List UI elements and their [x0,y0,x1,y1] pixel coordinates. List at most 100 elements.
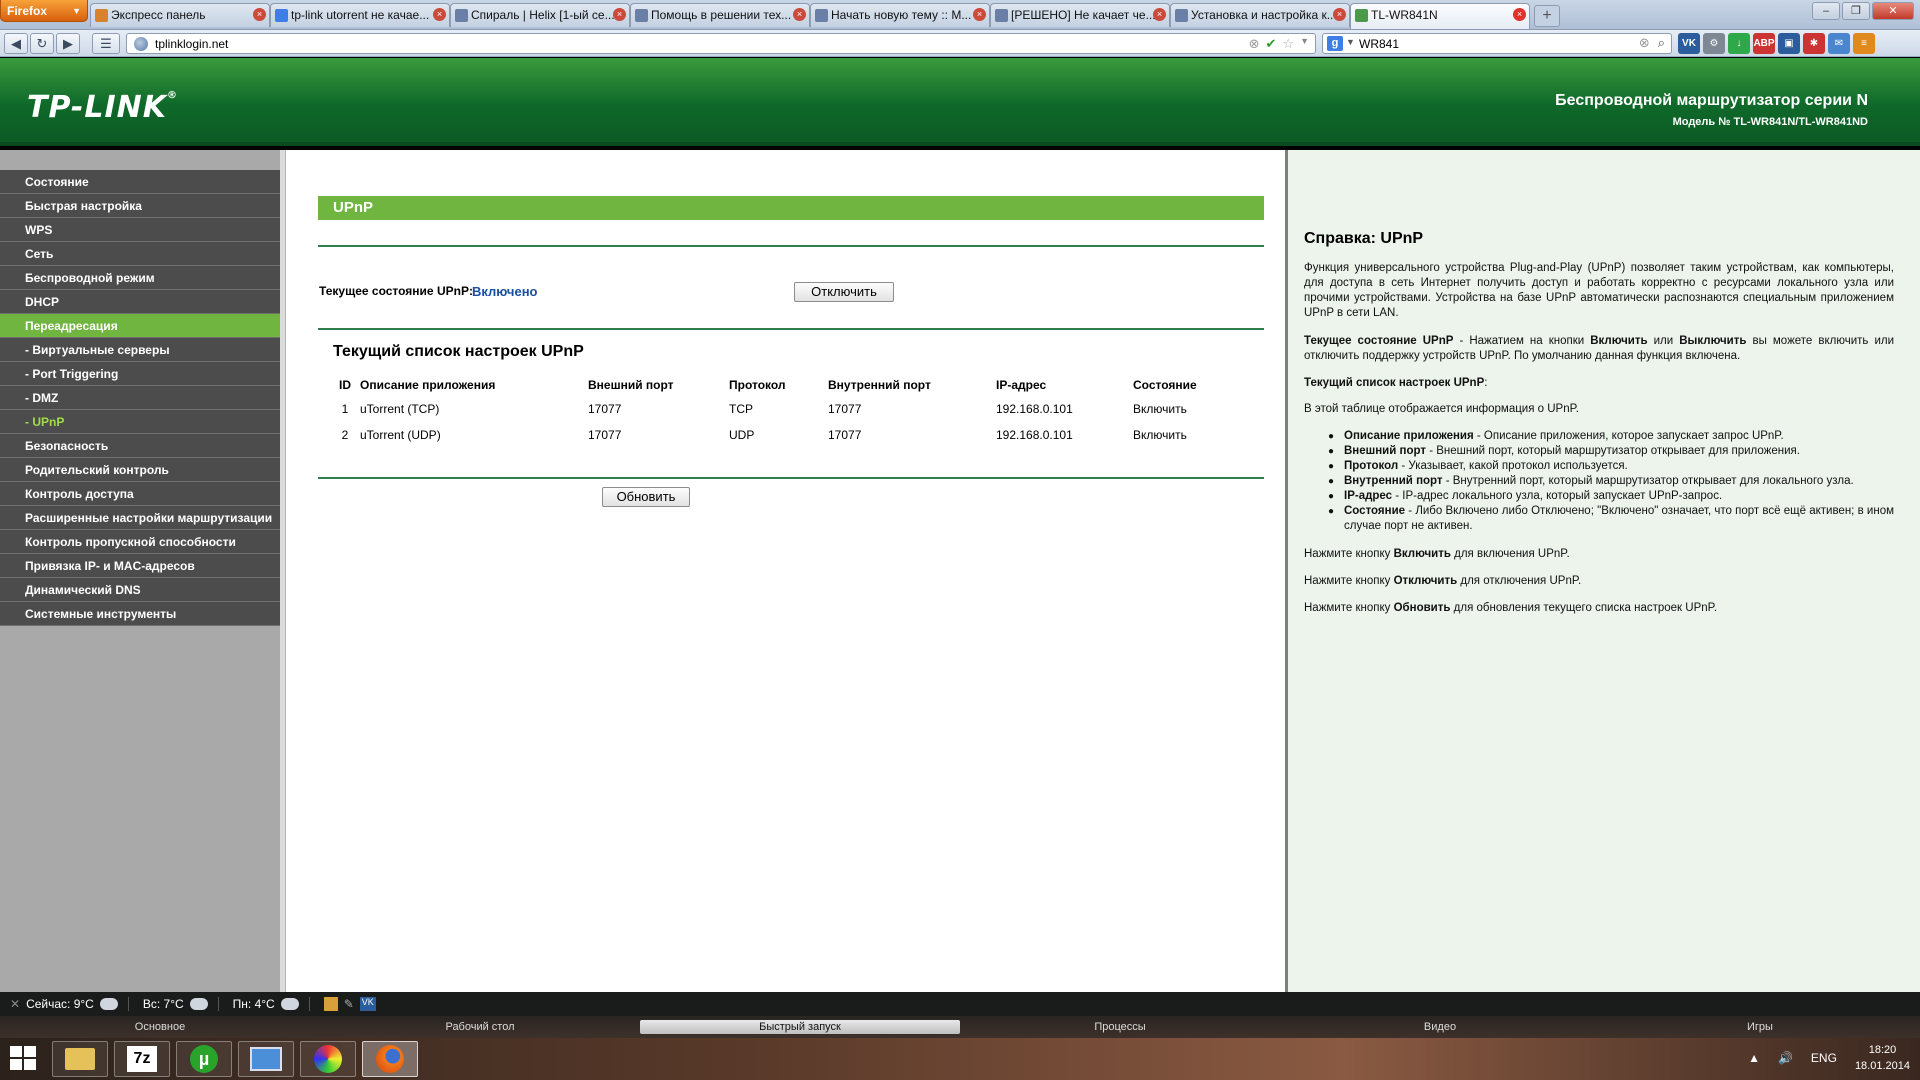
refresh-button[interactable]: Обновить [602,487,690,507]
sidebar-item[interactable]: Состояние [0,170,280,194]
sidebar-item[interactable]: Контроль доступа [0,482,280,506]
close-tab-icon[interactable]: × [253,8,266,21]
dropdown-arrow-icon[interactable]: ▼ [1300,36,1309,52]
new-tab-button[interactable]: + [1534,5,1560,27]
forward-button[interactable]: ▶ [56,33,80,54]
favicon-icon [635,9,648,22]
sidebar-item[interactable]: - Виртуальные серверы [0,338,280,362]
browser-tab[interactable]: tp-link utorrent не качае... × [270,3,450,27]
sidebar-item[interactable]: Системные инструменты [0,602,280,626]
language-indicator[interactable]: ENG [1811,1051,1837,1065]
sidebar-item[interactable]: - UPnP [0,410,280,434]
weather-sunday[interactable]: Вс: 7°C [143,997,219,1011]
close-icon[interactable]: ✕ [10,997,20,1011]
pen-icon[interactable]: ✎ [344,997,354,1011]
browser-tab[interactable]: Начать новую тему :: М... × [810,3,990,27]
close-tab-icon[interactable]: × [793,8,806,21]
sidebar-item[interactable]: Родительский контроль [0,458,280,482]
clipboard-icon[interactable] [323,997,338,1011]
sidebar-item[interactable]: WPS [0,218,280,242]
addon-red-icon[interactable]: ✱ [1803,33,1825,54]
7zip-icon[interactable]: 7z [114,1041,170,1077]
network-monitor-icon[interactable] [238,1041,294,1077]
sidebar-item[interactable]: Быстрая настройка [0,194,280,218]
minimize-button[interactable]: – [1812,2,1840,20]
sidebar-item[interactable]: Сеть [0,242,280,266]
reload-button[interactable]: ↻ [30,33,54,54]
weather-now[interactable]: ✕ Сейчас: 9°C [10,997,129,1011]
sidebar-item[interactable]: DHCP [0,290,280,314]
restore-button[interactable]: ❐ [1842,2,1870,20]
table-cell: 17077 [828,402,862,416]
close-tab-icon[interactable]: × [1513,8,1526,21]
table-row: 1 uTorrent (TCP) 17077 TCP 17077 192.168.0.10… [330,396,1233,422]
site-identity-icon [134,37,148,51]
taskbar-group-tab[interactable]: Быстрый запуск [640,1020,960,1034]
divider [318,328,1264,330]
weather-monday[interactable]: Пн: 4°C [233,997,310,1011]
browser-tab[interactable]: Помощь в решении тех... × [630,3,810,27]
disable-upnp-button[interactable]: Отключить [794,282,894,302]
close-tab-icon[interactable]: × [1333,8,1346,21]
close-tab-icon[interactable]: × [613,8,626,21]
utorrent-icon[interactable]: µ [176,1041,232,1077]
taskbar-group-tab[interactable]: Видео [1280,1021,1600,1033]
help-field-list: Описание приложения - Описание приложени… [1304,429,1894,534]
bookmark-star-icon[interactable]: ☆ [1282,36,1294,52]
clock[interactable]: 18:20 18.01.2014 [1855,1042,1910,1074]
browser-tab[interactable]: [РЕШЕНО] Не качает че... × [990,3,1170,27]
close-tab-icon[interactable]: × [1153,8,1166,21]
sidebar-item[interactable]: Безопасность [0,434,280,458]
google-search-icon[interactable]: g [1327,36,1343,51]
sidebar-item[interactable]: Динамический DNS [0,578,280,602]
volume-icon[interactable]: 🔊 [1778,1051,1793,1065]
sidebar-item[interactable]: Контроль пропускной способности [0,530,280,554]
menu-icon[interactable]: ≡ [1853,33,1875,54]
browser-tab[interactable]: Экспресс панель × [90,3,270,27]
search-engine-dropdown-icon[interactable]: ▼ [1346,37,1355,47]
addon-icon[interactable]: ⚙ [1703,33,1725,54]
taskbar-group-tab[interactable]: Игры [1600,1021,1920,1033]
table-cell: 192.168.0.101 [996,428,1073,442]
back-button[interactable]: ◀ [4,33,28,54]
close-tab-icon[interactable]: × [973,8,986,21]
taskbar-group-tab[interactable]: Процессы [960,1021,1280,1033]
taskbar-group-tab[interactable]: Рабочий стол [320,1021,640,1033]
sidebar-item[interactable]: Беспроводной режим [0,266,280,290]
start-windows-icon[interactable] [10,1046,38,1072]
explorer-icon[interactable] [52,1041,108,1077]
clear-url-icon[interactable]: ⊗ [1249,36,1260,52]
clear-search-icon[interactable]: ⊗ [1639,35,1650,51]
firefox-taskbar-icon[interactable] [362,1041,418,1077]
browser-tab[interactable]: TL-WR841N × [1350,3,1530,29]
router-model: Модель № TL-WR841N/TL-WR841ND [1672,116,1868,128]
close-window-button[interactable]: ✕ [1872,2,1914,20]
taskbar-group-tab[interactable]: Основное [0,1021,320,1033]
adblock-icon[interactable]: ABP [1753,33,1775,54]
main-content: UPnP Текущее состояние UPnP: Включено От… [287,150,1285,992]
sidebar-item[interactable]: Привязка IP- и MAC-адресов [0,554,280,578]
firefox-menu-button[interactable]: Firefox ▼ [0,0,88,22]
mail-icon[interactable]: ✉ [1828,33,1850,54]
paint-icon[interactable] [300,1041,356,1077]
browser-tab[interactable]: Установка и настройка к... × [1170,3,1350,27]
router-page: Состояние Быстрая настройка WPS Сеть Беспров… [0,150,1920,992]
sidebar-item[interactable]: - DMZ [0,386,280,410]
sidebar-item[interactable]: Расширенные настройки маршрутизации [0,506,280,530]
search-box[interactable]: g ▼ WR841 ⊗ ⌕ [1322,33,1672,54]
sidebar-item[interactable]: - Port Triggering [0,362,280,386]
magnifier-icon[interactable]: ⌕ [1658,35,1665,51]
sidebar-item[interactable]: Переадресация [0,314,280,338]
address-bar[interactable]: tplinklogin.net ⊗ ✔ ☆ ▼ [126,33,1316,54]
snow-cloud-icon [189,998,208,1010]
tab-label: tp-link utorrent не качае... [291,8,430,22]
save-icon[interactable]: ▣ [1778,33,1800,54]
upnp-status-label: Текущее состояние UPnP: [319,284,473,298]
download-icon[interactable]: ↓ [1728,33,1750,54]
close-tab-icon[interactable]: × [433,8,446,21]
browser-tab[interactable]: Спираль | Helix [1-ый се... × [450,3,630,27]
show-hidden-icons-icon[interactable]: ▲ [1748,1051,1760,1065]
vk-icon[interactable]: VK [359,997,376,1011]
vk-addon-icon[interactable]: VK [1678,33,1700,54]
bookmarks-button[interactable]: ☰ [92,33,120,54]
